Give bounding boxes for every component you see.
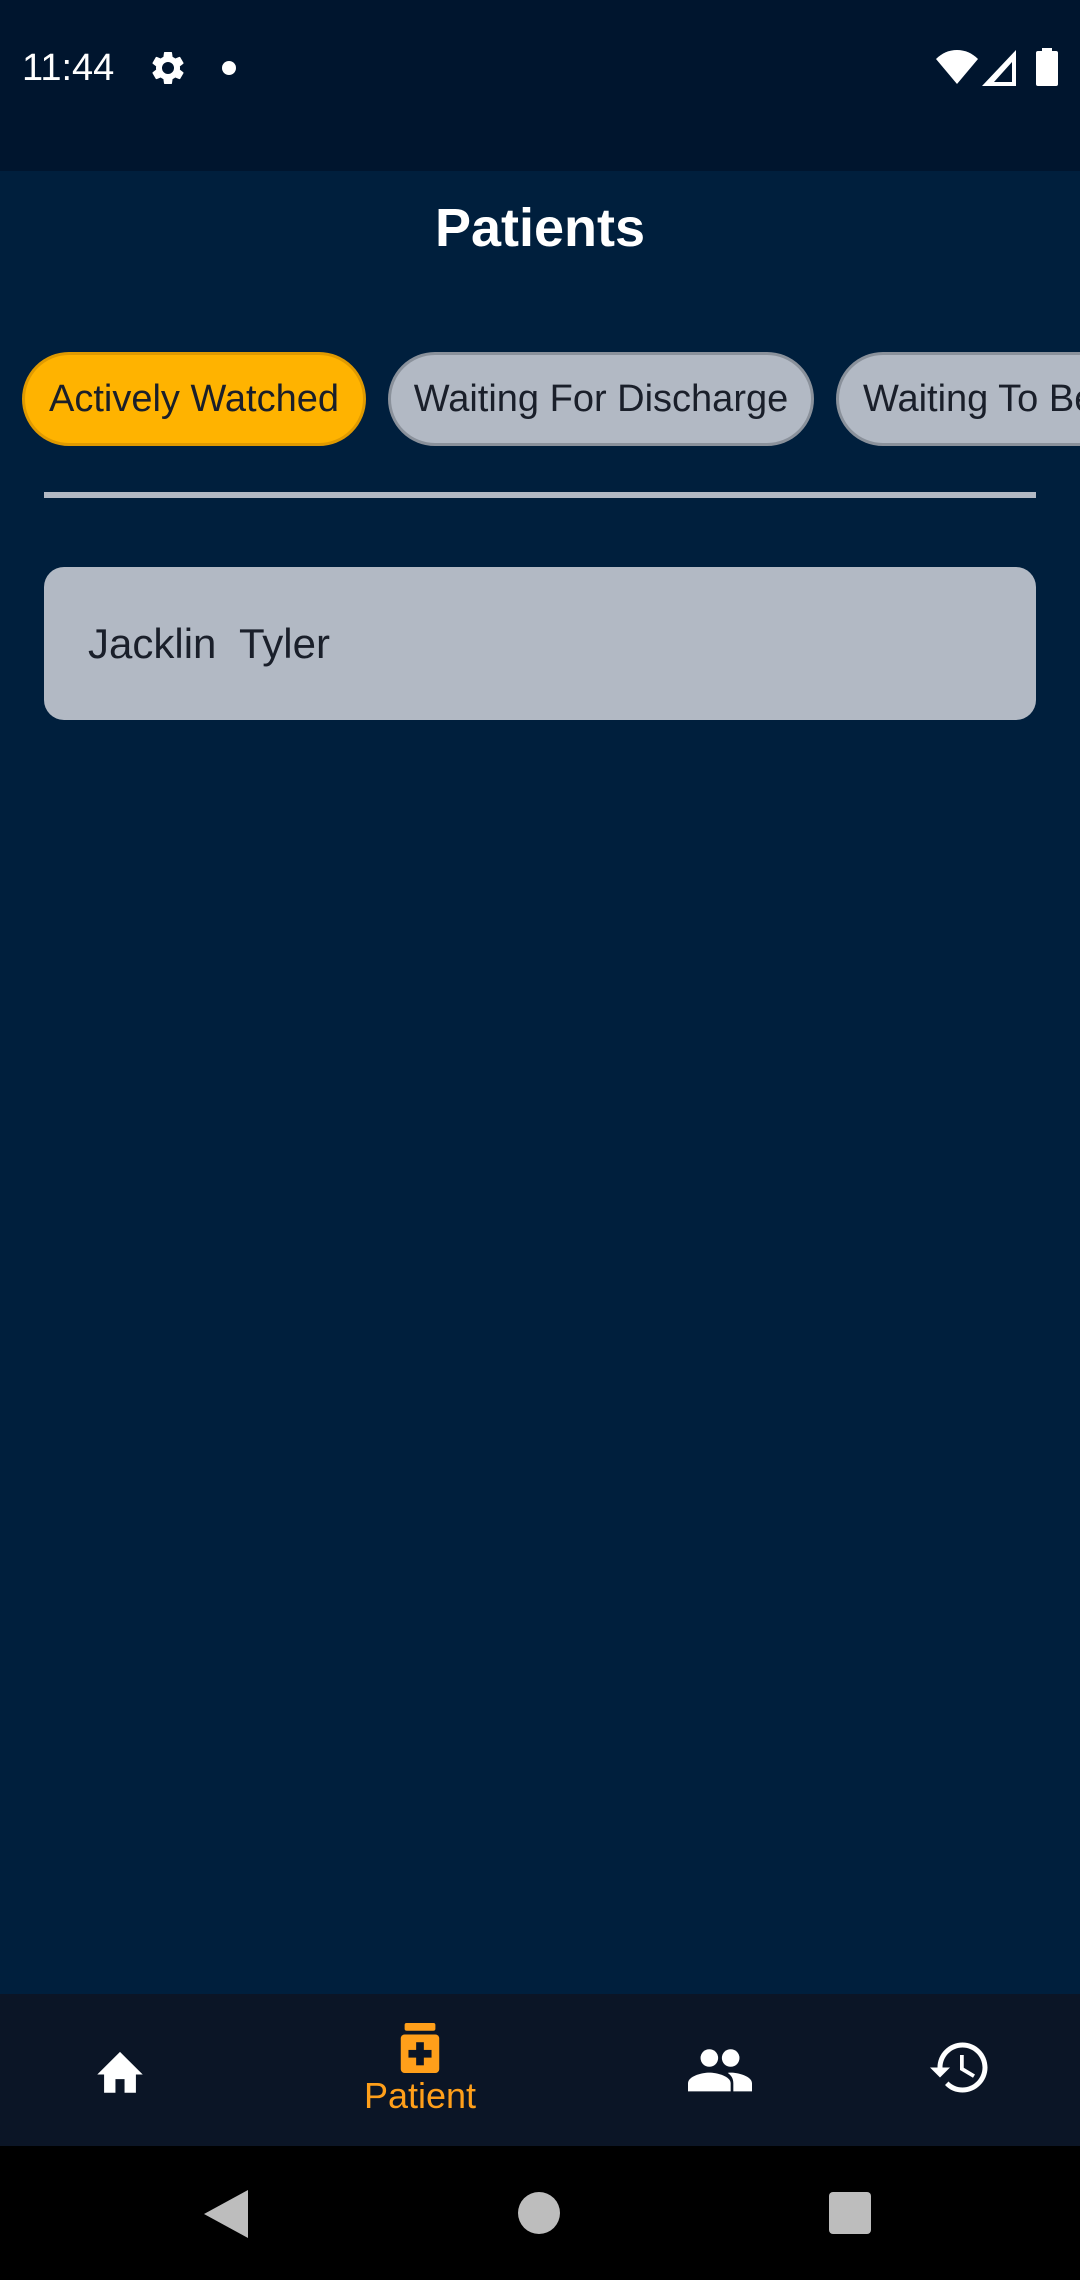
system-nav-bar	[0, 2146, 1080, 2280]
back-icon[interactable]	[204, 2190, 248, 2238]
filter-chips: Actively Watched Waiting For Discharge W…	[0, 352, 1080, 446]
patient-card[interactable]: Jacklin Tyler	[44, 567, 1036, 720]
page-title: Patients	[434, 198, 646, 258]
home-icon	[97, 2051, 143, 2093]
gear-icon	[152, 51, 184, 84]
status-time: 11:44	[22, 47, 115, 89]
nav-home[interactable]	[60, 1994, 180, 2146]
chip-waiting-to-be[interactable]: Waiting To Be	[836, 352, 1080, 446]
divider	[44, 492, 1036, 498]
wifi-icon	[936, 50, 978, 84]
people-icon	[688, 2049, 752, 2092]
nav-patient[interactable]: Patient	[330, 1994, 510, 2146]
chip-actively-watched[interactable]: Actively Watched	[22, 352, 366, 446]
history-icon	[930, 2042, 988, 2093]
nav-patient-label: Patient	[363, 2075, 477, 2116]
recents-icon[interactable]	[829, 2192, 871, 2234]
chip-waiting-for-discharge[interactable]: Waiting For Discharge	[388, 352, 814, 446]
bottom-nav: Patient	[0, 1994, 1080, 2146]
nav-people[interactable]	[660, 1994, 780, 2146]
notification-dot-icon	[222, 61, 236, 75]
patient-name: Jacklin Tyler	[88, 619, 330, 667]
battery-icon	[1036, 48, 1058, 86]
nav-history[interactable]	[900, 1994, 1020, 2146]
home-button-icon[interactable]	[518, 2192, 560, 2234]
status-bar: 11:44	[0, 0, 1080, 171]
signal-icon	[982, 50, 1016, 86]
app-screen: 11:44 Patients Actively Watched Waiting …	[0, 0, 1080, 2280]
medicine-icon	[400, 2023, 440, 2073]
